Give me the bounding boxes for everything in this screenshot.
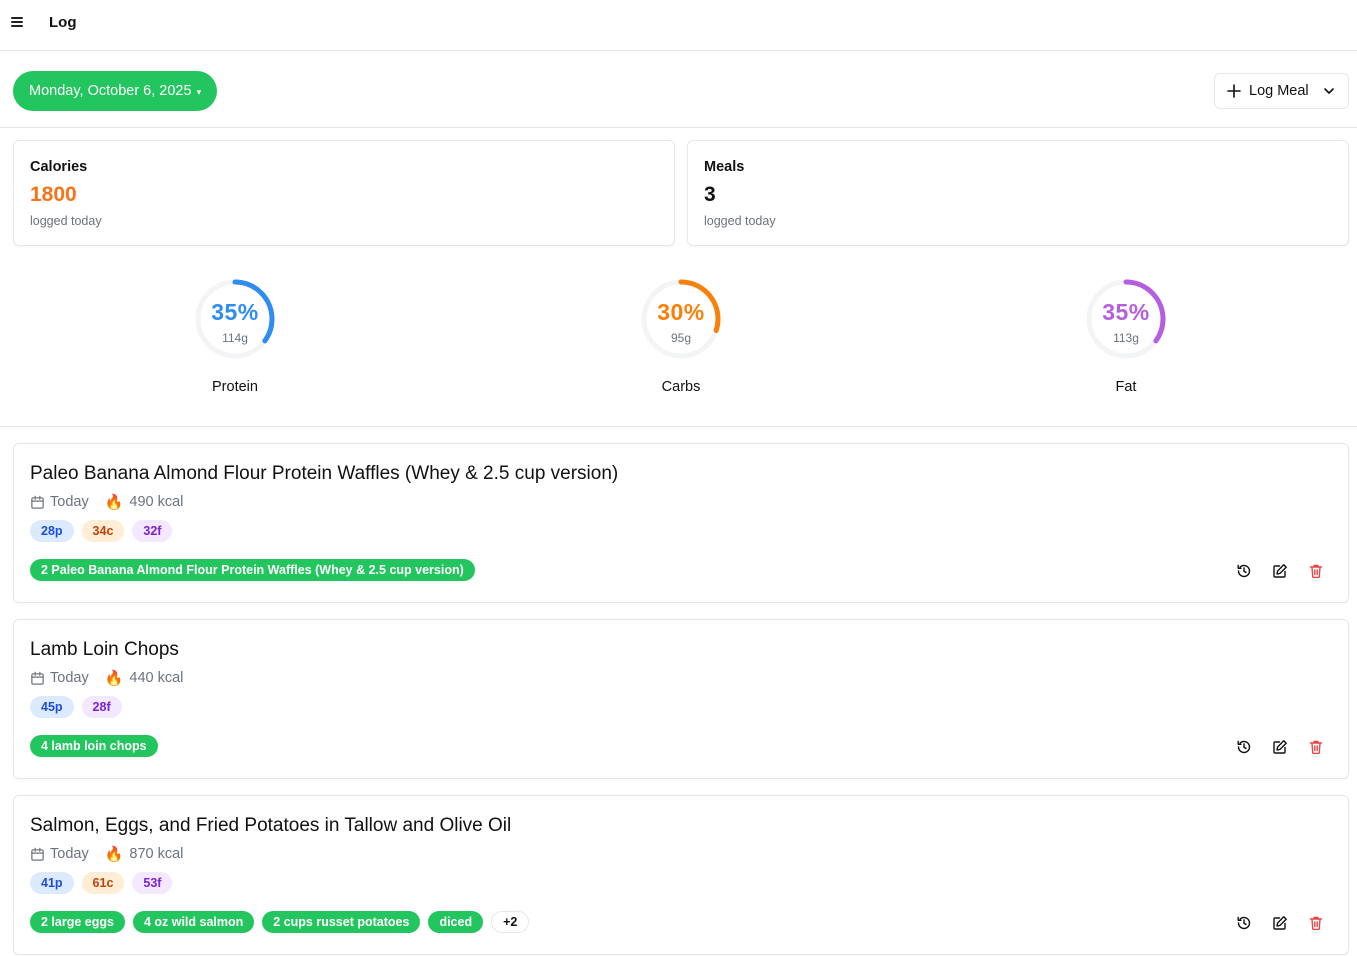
meal-date: Today — [50, 846, 89, 862]
meals-sub: logged today — [704, 214, 776, 228]
edit-icon[interactable] — [1271, 738, 1289, 756]
food-item-pill[interactable]: 2 large eggs — [30, 911, 125, 933]
protein-badge: 41p — [30, 872, 74, 894]
edit-icon[interactable] — [1271, 562, 1289, 580]
history-icon[interactable] — [1235, 738, 1253, 756]
fire-icon: 🔥 — [104, 494, 124, 511]
date-bar: Monday, October 6, 2025 ▾ Log Meal — [0, 51, 1357, 128]
date-selector-button[interactable]: Monday, October 6, 2025 ▾ — [13, 71, 218, 111]
calories-value: 1800 — [30, 183, 77, 206]
meal-date: Today — [50, 670, 89, 686]
log-meal-button[interactable]: Log Meal — [1214, 73, 1349, 109]
chevron-down-icon — [1323, 88, 1334, 94]
page-title: Log — [49, 14, 77, 31]
more-items-pill[interactable]: +2 — [491, 911, 530, 933]
protein-badge: 45p — [30, 696, 74, 718]
food-item-pill[interactable]: 2 Paleo Banana Almond Flour Protein Waff… — [30, 559, 475, 581]
meals-value: 3 — [704, 183, 716, 206]
fat-grams: 113g — [1113, 331, 1139, 345]
protein-percent: 35% — [211, 299, 259, 325]
carbs-badge: 61c — [81, 872, 125, 894]
date-label: Monday, October 6, 2025 — [29, 83, 192, 99]
protein-badge: 28p — [30, 520, 74, 542]
macro-badges: 28p 34c 32f — [30, 520, 173, 542]
macro-badges: 41p 61c 53f — [30, 872, 173, 894]
meals-label: Meals — [704, 159, 745, 175]
meal-meta: Today 🔥 440 kcal — [30, 669, 183, 687]
trash-icon[interactable] — [1307, 738, 1325, 756]
meal-meta: Today 🔥 490 kcal — [30, 493, 183, 511]
protein-grams: 114g — [222, 331, 248, 345]
meal-date: Today — [50, 494, 89, 510]
calories-label: Calories — [30, 159, 88, 175]
meal-actions — [1235, 562, 1325, 580]
calendar-icon — [31, 495, 44, 509]
food-item-pill[interactable]: 4 lamb loin chops — [30, 735, 158, 757]
top-bar: Log — [0, 0, 1357, 51]
fire-icon: 🔥 — [104, 670, 124, 687]
fat-label: Fat — [1115, 379, 1137, 395]
calories-card: Calories 1800 logged today — [13, 140, 675, 246]
macro-fat: 35% 113g Fat — [1076, 277, 1176, 407]
menu-icon[interactable] — [9, 14, 25, 30]
carbs-label: Carbs — [661, 379, 701, 395]
meal-card[interactable]: Lamb Loin Chops Today 🔥 440 kcal 45p 28f… — [13, 619, 1349, 779]
trash-icon[interactable] — [1307, 562, 1325, 580]
macro-summary: 35% 114g Protein 30% 95g Carbs 35% 113g … — [0, 260, 1357, 427]
history-icon[interactable] — [1235, 562, 1253, 580]
meals-card: Meals 3 logged today — [687, 140, 1349, 246]
meal-items: 4 lamb loin chops — [30, 735, 158, 757]
fat-badge: 28f — [81, 696, 122, 718]
fat-badge: 53f — [132, 872, 173, 894]
meal-title: Paleo Banana Almond Flour Protein Waffle… — [30, 463, 619, 484]
calendar-icon — [31, 847, 44, 861]
calories-sub: logged today — [30, 214, 102, 228]
meal-items: 2 large eggs 4 oz wild salmon 2 cups rus… — [30, 911, 530, 933]
fat-badge: 32f — [132, 520, 173, 542]
fire-icon: 🔥 — [104, 846, 124, 863]
protein-label: Protein — [212, 379, 258, 395]
carbs-badge: 34c — [81, 520, 125, 542]
food-item-pill[interactable]: 4 oz wild salmon — [132, 911, 255, 933]
caret-down-icon: ▾ — [196, 86, 202, 97]
log-meal-label: Log Meal — [1249, 83, 1309, 99]
macro-badges: 45p 28f — [30, 696, 122, 718]
plus-icon — [1227, 84, 1241, 98]
meal-actions — [1235, 914, 1325, 932]
meal-actions — [1235, 738, 1325, 756]
meal-kcal: 870 kcal — [129, 846, 184, 862]
food-item-pill[interactable]: 2 cups russet potatoes — [262, 911, 421, 933]
meal-title: Lamb Loin Chops — [30, 639, 179, 660]
calendar-icon — [31, 671, 44, 685]
meal-items: 2 Paleo Banana Almond Flour Protein Waff… — [30, 559, 475, 581]
meal-title: Salmon, Eggs, and Fried Potatoes in Tall… — [30, 815, 512, 836]
macro-protein: 35% 114g Protein — [185, 277, 285, 407]
trash-icon[interactable] — [1307, 914, 1325, 932]
history-icon[interactable] — [1235, 914, 1253, 932]
food-item-pill[interactable]: diced — [428, 911, 484, 933]
fat-percent: 35% — [1102, 299, 1150, 325]
carbs-grams: 95g — [670, 331, 692, 345]
edit-icon[interactable] — [1271, 914, 1289, 932]
macro-carbs: 30% 95g Carbs — [631, 277, 731, 407]
meal-card[interactable]: Salmon, Eggs, and Fried Potatoes in Tall… — [13, 795, 1349, 955]
meal-meta: Today 🔥 870 kcal — [30, 845, 183, 863]
meal-kcal: 490 kcal — [129, 494, 184, 510]
meal-kcal: 440 kcal — [129, 670, 184, 686]
meal-card[interactable]: Paleo Banana Almond Flour Protein Waffle… — [13, 443, 1349, 603]
carbs-percent: 30% — [657, 299, 705, 325]
